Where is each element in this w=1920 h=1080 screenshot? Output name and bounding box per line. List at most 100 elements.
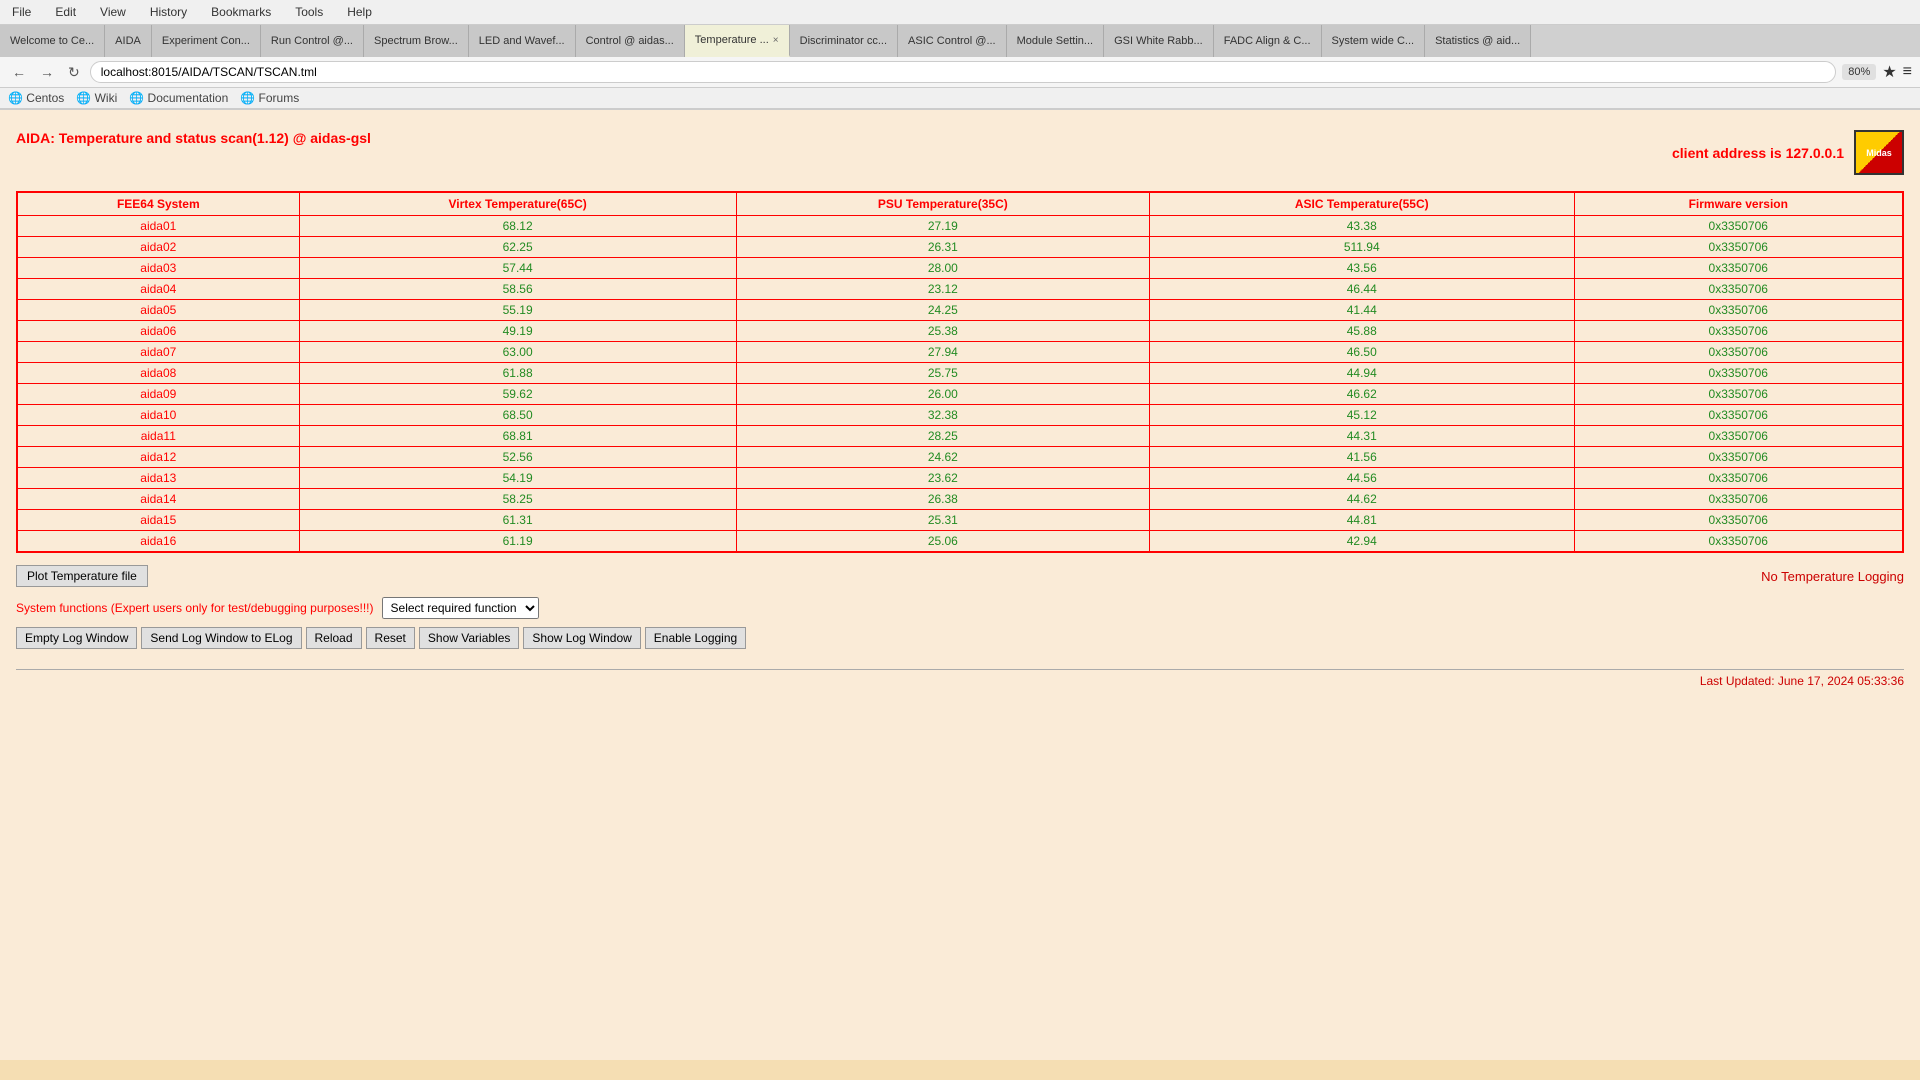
page-header: AIDA: Temperature and status scan(1.12) … bbox=[16, 130, 1904, 175]
bookmark-documentation[interactable]: 🌐 Documentation bbox=[129, 91, 228, 105]
action-btn-1[interactable]: Send Log Window to ELog bbox=[141, 627, 301, 649]
browser-tab-3[interactable]: Run Control @... bbox=[261, 25, 364, 57]
action-btn-2[interactable]: Reload bbox=[306, 627, 362, 649]
browser-tab-13[interactable]: System wide C... bbox=[1322, 25, 1426, 57]
table-cell-6-4: 0x3350706 bbox=[1574, 342, 1903, 363]
table-cell-3-4: 0x3350706 bbox=[1574, 279, 1903, 300]
table-row: aida0262.2526.31511.940x3350706 bbox=[17, 237, 1903, 258]
browser-tab-2[interactable]: Experiment Con... bbox=[152, 25, 261, 57]
table-cell-9-0: aida10 bbox=[17, 405, 299, 426]
midas-logo: Midas bbox=[1854, 130, 1904, 175]
table-cell-5-4: 0x3350706 bbox=[1574, 321, 1903, 342]
bookmark-wiki[interactable]: 🌐 Wiki bbox=[76, 91, 117, 105]
menu-file[interactable]: File bbox=[8, 3, 35, 21]
plot-btn-row: Plot Temperature file No Temperature Log… bbox=[16, 565, 1904, 587]
browser-tab-5[interactable]: LED and Wavef... bbox=[469, 25, 576, 57]
table-cell-7-0: aida08 bbox=[17, 363, 299, 384]
table-cell-0-2: 27.19 bbox=[736, 216, 1149, 237]
table-cell-1-0: aida02 bbox=[17, 237, 299, 258]
browser-tab-9[interactable]: ASIC Control @... bbox=[898, 25, 1007, 57]
menu-edit[interactable]: Edit bbox=[51, 3, 80, 21]
table-cell-3-1: 58.56 bbox=[299, 279, 736, 300]
browser-tab-12[interactable]: FADC Align & C... bbox=[1214, 25, 1322, 57]
menu-icon[interactable]: ≡ bbox=[1903, 63, 1912, 81]
table-cell-8-1: 59.62 bbox=[299, 384, 736, 405]
table-cell-1-1: 62.25 bbox=[299, 237, 736, 258]
table-cell-13-0: aida14 bbox=[17, 489, 299, 510]
table-cell-13-2: 26.38 bbox=[736, 489, 1149, 510]
table-cell-12-2: 23.62 bbox=[736, 468, 1149, 489]
bookmark-centos[interactable]: 🌐 Centos bbox=[8, 91, 64, 105]
table-cell-7-2: 25.75 bbox=[736, 363, 1149, 384]
menu-bar: File Edit View History Bookmarks Tools H… bbox=[0, 0, 1920, 25]
table-cell-4-4: 0x3350706 bbox=[1574, 300, 1903, 321]
browser-tab-14[interactable]: Statistics @ aid... bbox=[1425, 25, 1531, 57]
menu-history[interactable]: History bbox=[146, 3, 191, 21]
browser-tab-8[interactable]: Discriminator cc... bbox=[790, 25, 898, 57]
table-cell-0-1: 68.12 bbox=[299, 216, 736, 237]
no-log-text: No Temperature Logging bbox=[1761, 569, 1904, 584]
page-content: AIDA: Temperature and status scan(1.12) … bbox=[0, 110, 1920, 1060]
table-cell-8-4: 0x3350706 bbox=[1574, 384, 1903, 405]
temperature-table: FEE64 SystemVirtex Temperature(65C)PSU T… bbox=[16, 191, 1904, 553]
table-cell-13-4: 0x3350706 bbox=[1574, 489, 1903, 510]
table-cell-8-2: 26.00 bbox=[736, 384, 1149, 405]
table-cell-9-2: 32.38 bbox=[736, 405, 1149, 426]
table-cell-0-4: 0x3350706 bbox=[1574, 216, 1903, 237]
table-row: aida0555.1924.2541.440x3350706 bbox=[17, 300, 1903, 321]
back-button[interactable]: ← bbox=[8, 62, 30, 82]
table-row: aida1458.2526.3844.620x3350706 bbox=[17, 489, 1903, 510]
table-cell-10-4: 0x3350706 bbox=[1574, 426, 1903, 447]
table-cell-6-3: 46.50 bbox=[1149, 342, 1574, 363]
browser-tab-1[interactable]: AIDA bbox=[105, 25, 152, 57]
browser-tab-7[interactable]: Temperature ...× bbox=[685, 25, 790, 57]
action-btn-3[interactable]: Reset bbox=[366, 627, 415, 649]
table-header-0: FEE64 System bbox=[17, 192, 299, 216]
table-cell-3-2: 23.12 bbox=[736, 279, 1149, 300]
table-cell-10-3: 44.31 bbox=[1149, 426, 1574, 447]
table-cell-5-3: 45.88 bbox=[1149, 321, 1574, 342]
table-cell-3-3: 46.44 bbox=[1149, 279, 1574, 300]
table-header-3: ASIC Temperature(55C) bbox=[1149, 192, 1574, 216]
bookmark-forums[interactable]: 🌐 Forums bbox=[240, 91, 299, 105]
table-cell-4-2: 24.25 bbox=[736, 300, 1149, 321]
table-row: aida1561.3125.3144.810x3350706 bbox=[17, 510, 1903, 531]
browser-tab-6[interactable]: Control @ aidas... bbox=[576, 25, 685, 57]
table-cell-12-1: 54.19 bbox=[299, 468, 736, 489]
browser-tab-4[interactable]: Spectrum Brow... bbox=[364, 25, 469, 57]
action-btn-0[interactable]: Empty Log Window bbox=[16, 627, 137, 649]
action-btn-4[interactable]: Show Variables bbox=[419, 627, 520, 649]
action-btn-6[interactable]: Enable Logging bbox=[645, 627, 746, 649]
reload-button[interactable]: ↻ bbox=[64, 62, 84, 83]
menu-tools[interactable]: Tools bbox=[291, 3, 327, 21]
table-cell-14-1: 61.31 bbox=[299, 510, 736, 531]
table-cell-1-4: 0x3350706 bbox=[1574, 237, 1903, 258]
table-row: aida0649.1925.3845.880x3350706 bbox=[17, 321, 1903, 342]
forward-button[interactable]: → bbox=[36, 62, 58, 82]
plot-temperature-button[interactable]: Plot Temperature file bbox=[16, 565, 148, 587]
table-cell-6-2: 27.94 bbox=[736, 342, 1149, 363]
table-cell-5-2: 25.38 bbox=[736, 321, 1149, 342]
select-function-dropdown[interactable]: Select required function bbox=[382, 597, 539, 619]
browser-tab-0[interactable]: Welcome to Ce... bbox=[0, 25, 105, 57]
tab-close-icon[interactable]: × bbox=[773, 35, 779, 46]
table-cell-5-1: 49.19 bbox=[299, 321, 736, 342]
table-cell-15-3: 42.94 bbox=[1149, 531, 1574, 553]
table-cell-9-3: 45.12 bbox=[1149, 405, 1574, 426]
browser-tab-11[interactable]: GSI White Rabb... bbox=[1104, 25, 1214, 57]
menu-view[interactable]: View bbox=[96, 3, 130, 21]
table-cell-7-1: 61.88 bbox=[299, 363, 736, 384]
table-cell-0-3: 43.38 bbox=[1149, 216, 1574, 237]
action-btn-5[interactable]: Show Log Window bbox=[523, 627, 640, 649]
url-input[interactable] bbox=[90, 61, 1837, 83]
table-cell-3-0: aida04 bbox=[17, 279, 299, 300]
browser-tab-10[interactable]: Module Settin... bbox=[1007, 25, 1104, 57]
table-cell-14-2: 25.31 bbox=[736, 510, 1149, 531]
table-cell-4-3: 41.44 bbox=[1149, 300, 1574, 321]
table-cell-10-2: 28.25 bbox=[736, 426, 1149, 447]
menu-help[interactable]: Help bbox=[343, 3, 376, 21]
table-cell-13-1: 58.25 bbox=[299, 489, 736, 510]
bookmark-star-icon[interactable]: ★ bbox=[1882, 62, 1896, 82]
table-cell-4-1: 55.19 bbox=[299, 300, 736, 321]
menu-bookmarks[interactable]: Bookmarks bbox=[207, 3, 275, 21]
